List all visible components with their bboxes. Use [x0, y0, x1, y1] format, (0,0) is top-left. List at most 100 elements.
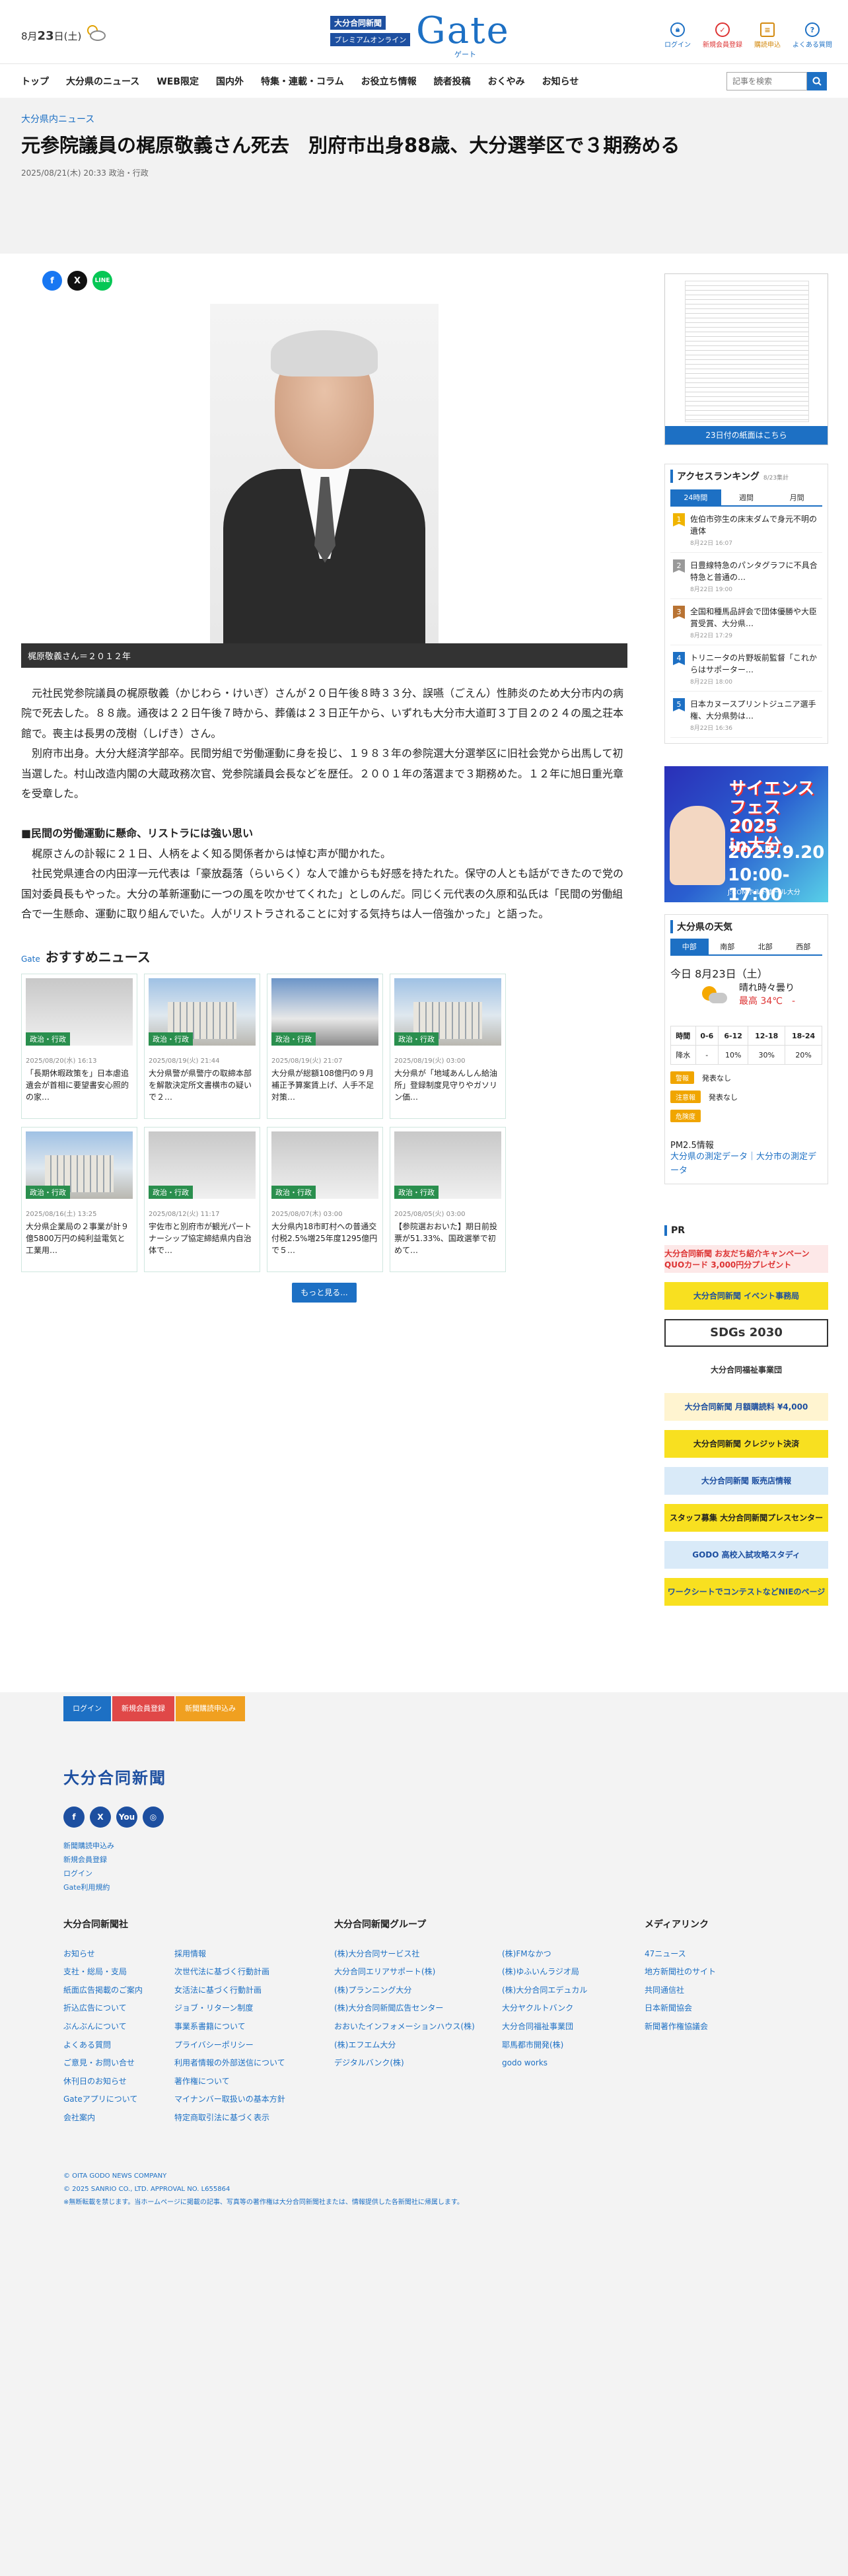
footer-link[interactable]: 次世代法に基づく行動計画 [174, 1963, 285, 1982]
youtube-icon[interactable]: You [116, 1807, 137, 1828]
search-input[interactable] [726, 72, 807, 90]
footer-link[interactable]: 女活法に基づく行動計画 [174, 1982, 285, 2000]
footer-link[interactable]: 特定商取引法に基づく表示 [174, 2109, 285, 2128]
footer-register-button[interactable]: 新規会員登録 [112, 1696, 174, 1721]
search-button[interactable] [807, 72, 827, 90]
footer-link[interactable]: 新聞著作権協議会 [645, 2018, 716, 2036]
tab-weekly[interactable]: 週間 [721, 489, 772, 505]
news-card[interactable]: 政治・行政 2025/08/19(火) 03:00 大分県が「地域あんしん給油所」登… [390, 974, 506, 1120]
footer-link[interactable]: 著作権について [174, 2073, 285, 2091]
nav-oita-news[interactable]: 大分県のニュース [66, 75, 139, 88]
footer-link[interactable]: 支社・総局・支局 [63, 1963, 162, 1982]
footer-link[interactable]: お知らせ [63, 1945, 162, 1964]
footer-link[interactable]: ジョブ・リターン制度 [174, 1999, 285, 2018]
nav-reader-posts[interactable]: 読者投稿 [434, 75, 471, 88]
footer-link[interactable]: (株)プランニング大分 [334, 1982, 490, 2000]
footer-link[interactable]: 紙面広告掲載のご案内 [63, 1982, 162, 2000]
science-fes-banner[interactable]: サイエンス フェス2025 in大分 2025.9.20 10:00-17:00 J… [664, 766, 828, 902]
footer-link[interactable]: よくある質問 [63, 2036, 162, 2055]
article-tag[interactable]: 政治・行政 [109, 168, 149, 178]
footer-link[interactable]: おおいたインフォメーションハウス(株) [334, 2018, 490, 2036]
footer-link[interactable]: 休刊日のお知らせ [63, 2073, 162, 2091]
pr-banner[interactable]: 大分合同新聞 お友だち紹介キャンペーン QUOカード 3,000円分プレゼント [664, 1244, 828, 1273]
footer-link[interactable]: ぶんぶんについて [63, 2018, 162, 2036]
x-icon[interactable]: X [90, 1807, 111, 1828]
news-card[interactable]: 政治・行政 2025/08/19(火) 21:07 大分県が総額108億円の９月補正… [267, 974, 383, 1120]
footer-link[interactable]: ご意見・お問い合せ [63, 2054, 162, 2073]
footer-link[interactable]: 新規会員登録 [63, 1853, 785, 1867]
news-card[interactable]: 政治・行政 2025/08/19(火) 21:44 大分県警が県警庁の取締本部を解散… [144, 974, 260, 1120]
news-card[interactable]: 政治・行政 2025/08/07(木) 03:00 大分県内18市町村への普通交付税… [267, 1127, 383, 1273]
footer-link[interactable]: 大分ヤクルトバンク [502, 1999, 587, 2018]
footer-link[interactable]: (株)ゆふいんラジオ局 [502, 1963, 587, 1982]
login-link[interactable]: 🔒︎ ログイン [664, 22, 691, 49]
facebook-icon[interactable]: f [63, 1807, 85, 1828]
ranking-item[interactable]: 2 日豊線特急のパンタグラフに不具合 特急と普通の… 8月22日 19:00 [670, 553, 826, 599]
footer-link[interactable]: 利用者情報の外部送信について [174, 2054, 285, 2073]
news-card[interactable]: 政治・行政 2025/08/20(水) 16:13 「長期休暇政策を」日本虐追遺会が… [21, 974, 137, 1120]
footer-link[interactable]: Gateアプリについて [63, 2091, 162, 2109]
tab-24h[interactable]: 24時間 [670, 489, 721, 505]
footer-link[interactable]: (株)エフエム大分 [334, 2036, 490, 2055]
paper-thumbnail[interactable] [685, 281, 809, 422]
pr-banner[interactable]: 大分合同福祉事業団 [664, 1355, 828, 1384]
footer-link[interactable]: (株)FMなかつ [502, 1945, 587, 1964]
footer-link[interactable]: プライバシーポリシー [174, 2036, 285, 2055]
pr-banner[interactable]: 大分合同新聞 月額購読料 ¥4,000 [664, 1392, 828, 1421]
site-logo[interactable]: 大分合同新聞 プレミアムオンライン Gate ゲート [330, 9, 522, 59]
ranking-item[interactable]: 5 日本カヌースプリントジュニア選手権、大分県勢は… 8月22日 16:36 [670, 692, 822, 738]
footer-link[interactable]: 47ニュース [645, 1945, 716, 1964]
register-link[interactable]: ✓ 新規会員登録 [703, 22, 742, 49]
nav-useful-info[interactable]: お役立ち情報 [361, 75, 417, 88]
footer-link[interactable]: godo works [502, 2054, 587, 2073]
footer-link[interactable]: 地方新聞社のサイト [645, 1963, 716, 1982]
footer-link[interactable]: 耶馬都市開発(株) [502, 2036, 587, 2055]
footer-link[interactable]: 折込広告について [63, 1999, 162, 2018]
pr-banner[interactable]: ワークシートでコンテストなどNIEのページ [664, 1577, 828, 1606]
ranking-item[interactable]: 1 佐伯市弥生の床末ダムで身元不明の遺体 8月22日 16:07 [670, 507, 822, 553]
nav-web-only[interactable]: WEB限定 [157, 75, 199, 88]
tab-south[interactable]: 南部 [709, 939, 747, 954]
more-news-button[interactable]: もっと見る... [292, 1283, 357, 1303]
nav-notices[interactable]: お知らせ [542, 75, 579, 88]
tab-monthly[interactable]: 月間 [771, 489, 822, 505]
footer-link[interactable]: 大分合同エリアサポート(株) [334, 1963, 490, 1982]
tab-north[interactable]: 北部 [746, 939, 785, 954]
pr-banner[interactable]: 大分合同新聞 クレジット決済 [664, 1429, 828, 1458]
footer-link[interactable]: Gate利用規約 [63, 1881, 785, 1895]
paper-link-button[interactable]: 23日付の紙面はこちら [665, 426, 828, 445]
nav-features[interactable]: 特集・連載・コラム [261, 75, 344, 88]
ranking-item[interactable]: 3 全国和種馬品評会で団体優勝や大臣賞受賞、大分県… 8月22日 17:29 [670, 599, 822, 645]
footer-link[interactable]: 事業系書籍について [174, 2018, 285, 2036]
footer-link[interactable]: 日本新聞協会 [645, 1999, 716, 2018]
footer-login-button[interactable]: ログイン [63, 1696, 111, 1721]
footer-subscribe-button[interactable]: 新聞購読申込み [176, 1696, 245, 1721]
faq-link[interactable]: ? よくある質問 [793, 22, 832, 49]
ranking-item[interactable]: 4 トリニータの片野坂前監督「これからはサポーター… 8月22日 18:00 [670, 645, 822, 692]
line-share-icon[interactable]: LINE [92, 271, 112, 291]
x-share-icon[interactable]: X [67, 271, 87, 291]
subscribe-link[interactable]: ≡ 購読申込 [754, 22, 781, 49]
pr-banner[interactable]: SDGs 2030 [664, 1318, 828, 1347]
pr-banner[interactable]: スタッフ募集 大分合同新聞プレスセンター [664, 1503, 828, 1532]
instagram-icon[interactable]: ◎ [143, 1807, 164, 1828]
footer-link[interactable]: (株)大分合同新聞広告センター [334, 1999, 490, 2018]
pr-banner[interactable]: GODO 高校入試攻略スタディ [664, 1540, 828, 1569]
footer-link[interactable]: (株)大分合同サービス社 [334, 1945, 490, 1964]
footer-link[interactable]: 大分合同福祉事業団 [502, 2018, 587, 2036]
nav-domestic-intl[interactable]: 国内外 [216, 75, 244, 88]
footer-link[interactable]: (株)大分合同エデュカル [502, 1982, 587, 2000]
pr-banner[interactable]: 大分合同新聞 イベント事務局 [664, 1281, 828, 1310]
footer-link[interactable]: 共同通信社 [645, 1982, 716, 2000]
risk-badge[interactable]: 危険度 [670, 1110, 701, 1122]
nav-top[interactable]: トップ [21, 75, 49, 88]
news-card[interactable]: 政治・行政 2025/08/05(火) 03:00 【参院選おおいた】期日前投票が5… [390, 1127, 506, 1273]
news-card[interactable]: 政治・行政 2025/08/12(火) 11:17 宇佐市と別府市が観光パートナーシ… [144, 1127, 260, 1273]
nav-obituaries[interactable]: おくやみ [488, 75, 525, 88]
pr-banner[interactable]: 大分合同新聞 販売店情報 [664, 1466, 828, 1495]
facebook-share-icon[interactable]: f [42, 271, 62, 291]
news-card[interactable]: 政治・行政 2025/08/16(土) 13:25 大分県企業局の２事業が計９億58… [21, 1127, 137, 1273]
footer-link[interactable]: 新聞購読申込み [63, 1840, 785, 1853]
footer-link[interactable]: 採用情報 [174, 1945, 285, 1964]
tab-west[interactable]: 西部 [785, 939, 823, 954]
